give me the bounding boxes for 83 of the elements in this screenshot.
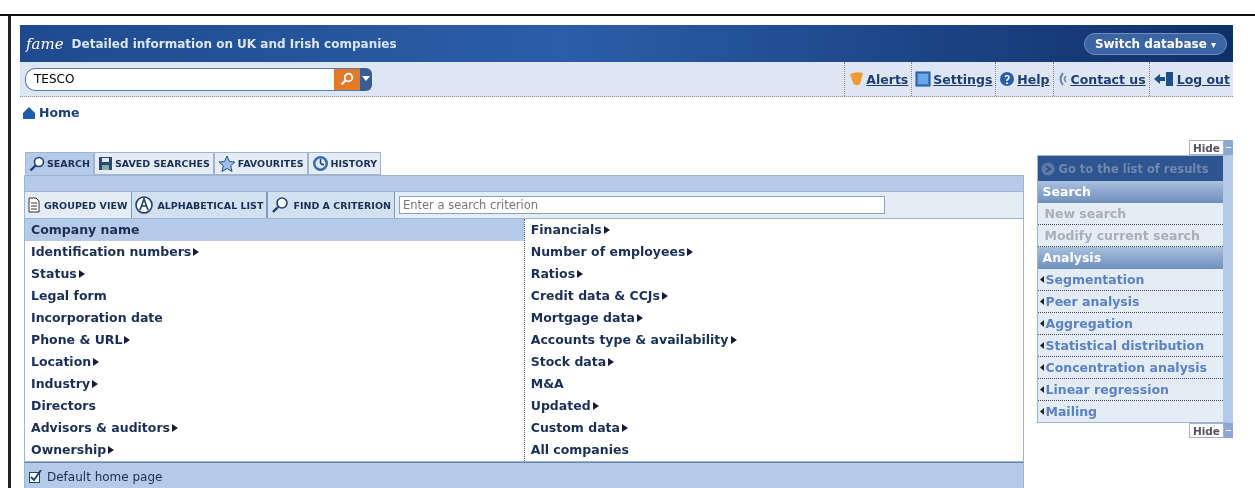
arrow-icon <box>1040 342 1045 349</box>
criterion-item[interactable]: Directors <box>25 395 524 417</box>
magnifier-icon <box>271 196 290 214</box>
arrow-icon <box>592 402 599 410</box>
arrow-icon <box>1040 320 1045 327</box>
criterion-item[interactable]: Financials <box>524 219 1024 241</box>
criterion-item[interactable]: Credit data & CCJs <box>524 285 1024 307</box>
arrow-icon <box>1040 386 1045 393</box>
arrow-icon <box>1040 298 1045 305</box>
letter-a-icon <box>135 196 154 214</box>
arrow-icon <box>1040 408 1045 415</box>
criterion-item[interactable]: All companies <box>524 439 1024 461</box>
arrow-circle-icon <box>1041 161 1056 176</box>
arrow-icon <box>661 292 668 300</box>
arrow-icon <box>730 336 737 344</box>
toolbar-link[interactable]: Contact us <box>1052 62 1149 96</box>
toolbar-link[interactable]: Log out <box>1148 62 1233 96</box>
tab[interactable]: FIND A CRITERION <box>267 192 395 218</box>
criterion-item[interactable]: M&A <box>524 373 1024 395</box>
arrow-icon <box>636 314 643 322</box>
criterion-item[interactable]: Legal form <box>25 285 524 307</box>
panel-icon <box>915 71 932 87</box>
logout-icon <box>1152 71 1175 87</box>
arrow-icon <box>93 358 100 366</box>
criterion-item[interactable]: Company name <box>25 219 524 241</box>
star-icon <box>217 155 236 172</box>
logo: fame <box>26 34 64 53</box>
checkbox-label: Default home page <box>47 469 163 484</box>
home-icon <box>23 106 35 119</box>
collapse-icon[interactable] <box>1224 423 1233 438</box>
criterion-item[interactable]: Phone & URL <box>25 329 524 351</box>
collapse-icon[interactable] <box>1224 140 1233 155</box>
home-link[interactable]: Home <box>39 105 80 120</box>
arrow-icon <box>1040 364 1045 371</box>
toolbar-link[interactable]: Help <box>995 62 1053 96</box>
criterion-item[interactable]: Status <box>25 263 524 285</box>
search-icon[interactable] <box>334 67 360 91</box>
switch-database-button[interactable]: Switch database ▾ <box>1083 32 1227 55</box>
tab[interactable]: HISTORY <box>307 152 382 175</box>
arrow-icon <box>1040 276 1045 283</box>
clock-icon <box>311 155 329 172</box>
dropdown-caret-icon[interactable] <box>360 67 372 91</box>
checkbox[interactable] <box>29 470 42 483</box>
criterion-item[interactable]: Location <box>25 351 524 373</box>
arrow-icon <box>124 336 131 344</box>
criterion-item[interactable]: Advisors & auditors <box>25 417 524 439</box>
tab[interactable]: SEARCH <box>25 152 94 175</box>
criterion-item[interactable]: Ratios <box>524 263 1024 285</box>
hide-button[interactable]: Hide <box>1188 140 1224 155</box>
criterion-item[interactable]: Updated <box>524 395 1024 417</box>
toolbar-link[interactable]: Alerts <box>844 62 912 96</box>
criterion-item[interactable]: Industry <box>25 373 524 395</box>
tab[interactable]: FAVOURITES <box>213 152 308 175</box>
section-header: Search <box>1038 181 1223 203</box>
document-icon <box>28 197 40 213</box>
toolbar-link[interactable]: Settings <box>911 62 996 96</box>
criterion-item[interactable]: Ownership <box>25 439 524 461</box>
arrow-icon <box>193 248 200 256</box>
arrow-icon <box>603 226 610 234</box>
criterion-item[interactable]: Number of employees <box>524 241 1024 263</box>
search-icon <box>29 155 45 172</box>
help-icon <box>999 71 1016 87</box>
tab[interactable]: ALPHABETICAL LIST <box>131 192 268 218</box>
tab[interactable]: SAVED SEARCHES <box>93 152 214 175</box>
criterion-item[interactable]: Accounts type & availability <box>524 329 1024 351</box>
arrow-icon <box>92 380 99 388</box>
arrow-icon <box>608 358 615 366</box>
criterion-search-field[interactable]: Enter a search criterion <box>398 196 885 214</box>
criterion-item[interactable]: Custom data <box>524 417 1024 439</box>
search-field[interactable]: TESCO <box>25 67 334 91</box>
tagline: Detailed information on UK and Irish companies <box>71 36 397 51</box>
criterion-item[interactable]: Identification numbers <box>25 241 524 263</box>
criterion-item[interactable]: Stock data <box>524 351 1024 373</box>
arrow-icon <box>687 248 694 256</box>
arrow-icon <box>172 424 179 432</box>
criterion-item[interactable]: Incorporation date <box>25 307 524 329</box>
hide-button[interactable]: Hide <box>1188 423 1224 438</box>
criterion-item[interactable]: Mortgage data <box>524 307 1024 329</box>
arrow-icon <box>78 270 85 278</box>
arrow-icon <box>108 446 115 454</box>
arrow-icon <box>577 270 584 278</box>
arrow-icon <box>622 424 628 432</box>
section-header: Analysis <box>1038 247 1223 269</box>
